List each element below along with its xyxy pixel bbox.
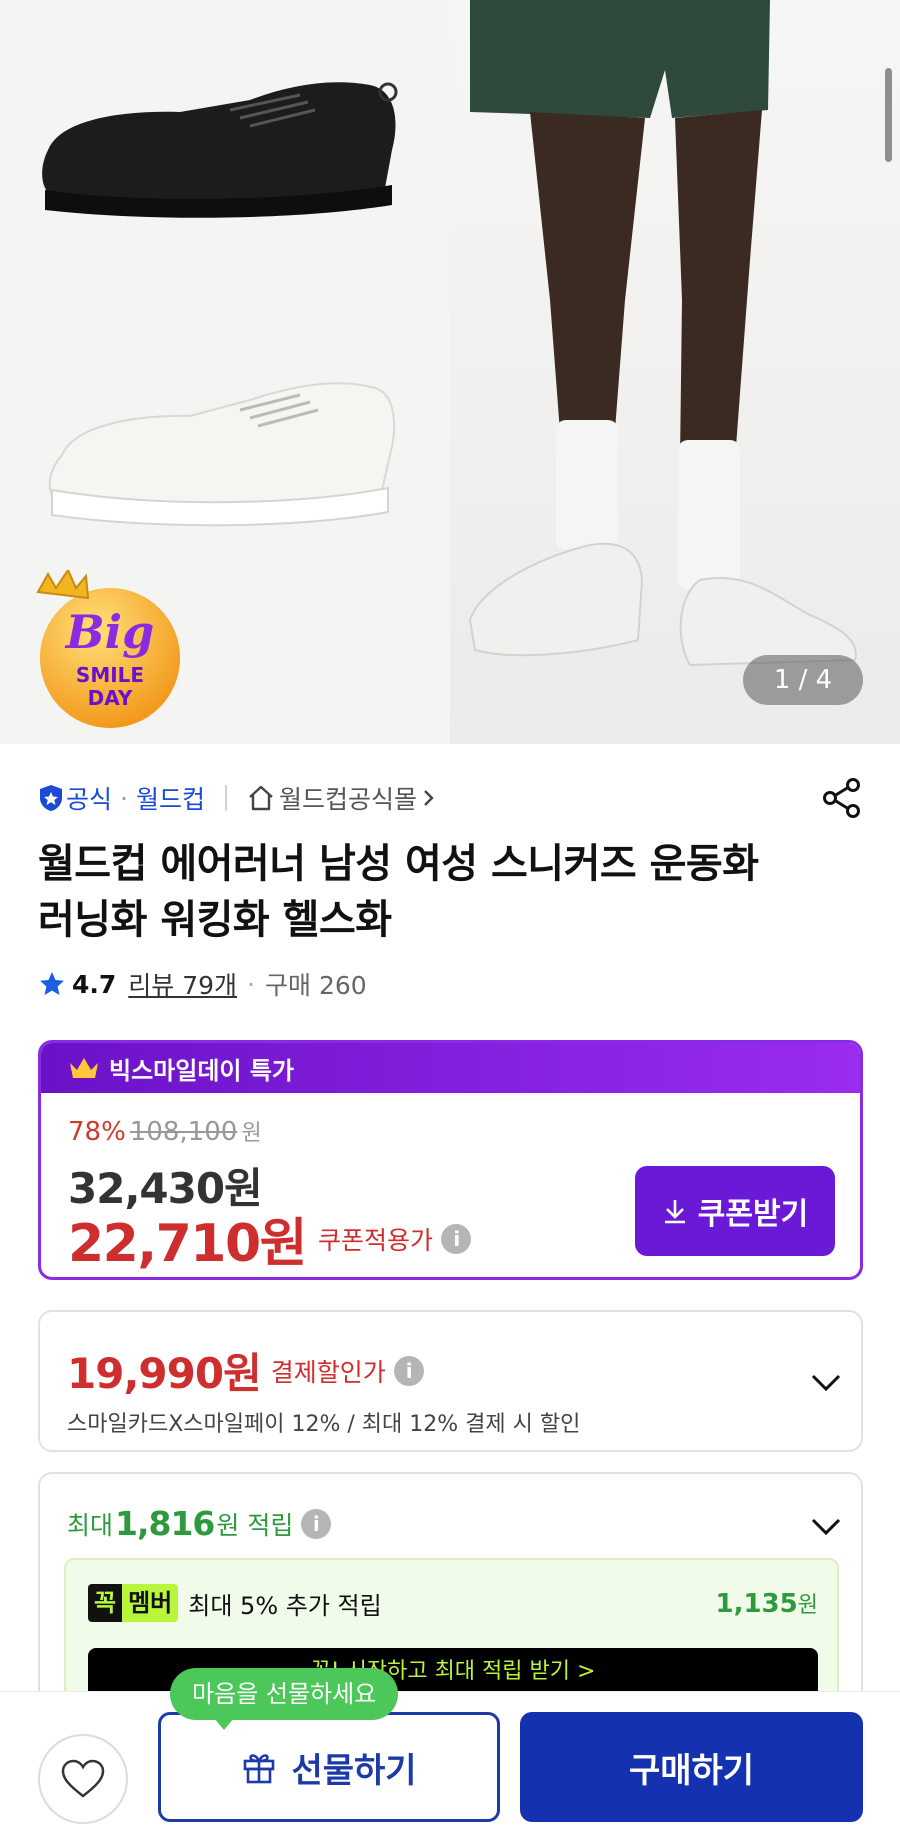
- star-icon: [40, 972, 64, 995]
- crown-icon: [70, 1058, 98, 1078]
- chevron-down-icon[interactable]: [808, 1508, 844, 1544]
- get-coupon-label: 쿠폰받기: [697, 1197, 809, 1232]
- purchase-count: 구매 260: [265, 971, 367, 1000]
- discount-row: 78% 108,100 원: [68, 1115, 262, 1147]
- original-price-unit: 원: [241, 1121, 262, 1146]
- info-icon[interactable]: i: [441, 1223, 472, 1254]
- image-page-counter: 1 / 4: [743, 655, 863, 705]
- payment-price-label: 결제할인가: [270, 1357, 386, 1387]
- svg-text:SMILE: SMILE: [76, 663, 144, 687]
- discount-percent: 78%: [68, 1117, 126, 1147]
- points-suffix: 원 적립: [216, 1510, 294, 1540]
- product-image-model: [450, 0, 900, 744]
- gift-tooltip-text: 마음을 선물하세요: [192, 1680, 377, 1708]
- share-icon: [823, 778, 860, 818]
- product-image-carousel[interactable]: 1 / 4 Big SMILE DAY: [0, 0, 900, 744]
- payment-discount-box[interactable]: 19,990원 결제할인가 i 스마일카드X스마일페이 12% / 최대 12%…: [38, 1310, 863, 1452]
- download-icon: [664, 1200, 685, 1224]
- product-title: 월드컵 에어러너 남성 여성 스니커즈 운동화 러닝화 워킹화 헬스화: [38, 841, 759, 943]
- promo-price-box: 빅스마일데이 특가 78% 108,100 원 32,430원 22,710원 …: [38, 1040, 863, 1280]
- home-icon: [249, 785, 273, 811]
- store-name: 월드컵공식몰: [278, 785, 417, 814]
- chevron-down-icon[interactable]: [808, 1364, 844, 1400]
- coupon-price: 22,710원: [68, 1214, 308, 1274]
- separator-dot: ·: [247, 969, 256, 999]
- rating-score: 4.7: [72, 969, 117, 999]
- gift-button-label: 선물하기: [291, 1750, 417, 1791]
- promo-title: 빅스마일데이 특가: [109, 1056, 294, 1085]
- heart-icon: [61, 1759, 105, 1798]
- divider: [224, 785, 227, 811]
- svg-text:DAY: DAY: [88, 686, 133, 710]
- gift-button[interactable]: 선물하기: [158, 1712, 500, 1822]
- points-amount: 1,816: [115, 1504, 215, 1543]
- coupon-price-row: 22,710원 쿠폰적용가 i: [68, 1201, 472, 1276]
- info-icon[interactable]: i: [393, 1355, 424, 1386]
- info-icon[interactable]: i: [301, 1508, 332, 1539]
- rating-row: 4.7 리뷰 79개 · 구매 260: [38, 966, 367, 1002]
- points-box: 최대 1,816 원 적립 i 꼭 멤버 최대 5% 추가 적립 1,135 원 …: [38, 1472, 863, 1702]
- chevron-right-icon: [424, 790, 434, 806]
- wishlist-button[interactable]: [38, 1734, 128, 1824]
- reviews-link[interactable]: 리뷰 79개: [128, 966, 237, 1002]
- share-button[interactable]: [820, 776, 864, 820]
- gift-tooltip: 마음을 선물하세요: [170, 1668, 399, 1730]
- payment-description: 스마일카드X스마일페이 12% / 최대 12% 결제 시 할인: [67, 1412, 581, 1437]
- get-coupon-button[interactable]: 쿠폰받기: [635, 1166, 835, 1256]
- store-link[interactable]: 월드컵공식몰: [247, 780, 437, 816]
- seller-info: 공식 · 월드컵 월드컵공식몰: [38, 780, 437, 816]
- max-points-row[interactable]: 최대 1,816 원 적립 i: [67, 1504, 332, 1543]
- coupon-price-label: 쿠폰적용가: [318, 1225, 434, 1255]
- membership-amount-wrap: 1,135원: [716, 1587, 819, 1619]
- tooltip-tail: [214, 1718, 234, 1730]
- membership-row: 꼭 멤버 최대 5% 추가 적립 1,135원: [88, 1584, 818, 1622]
- payment-price-row: 19,990원 결제할인가 i: [67, 1340, 424, 1401]
- membership-amount: 1,135: [715, 1589, 798, 1619]
- official-badge[interactable]: 공식: [38, 780, 112, 816]
- buy-button[interactable]: 구매하기: [520, 1712, 863, 1822]
- svg-text:Big: Big: [64, 605, 155, 659]
- black-shoe-illustration: [42, 82, 398, 218]
- official-label: 공식: [66, 785, 113, 814]
- points-prefix: 최대: [67, 1510, 114, 1540]
- membership-amount-unit: 원: [797, 1593, 818, 1618]
- original-price: 108,100: [129, 1117, 238, 1147]
- shield-star-icon: [40, 785, 62, 811]
- big-smile-day-badge: Big SMILE DAY: [28, 567, 192, 730]
- brand-link[interactable]: 월드컵: [136, 780, 205, 816]
- membership-tag-a: 꼭: [88, 1584, 123, 1622]
- scrollbar[interactable]: [885, 68, 892, 162]
- membership-tag: 꼭 멤버: [88, 1584, 179, 1622]
- white-shoe-illustration: [48, 382, 396, 527]
- bottom-action-bar: 선물하기 구매하기: [0, 1691, 900, 1839]
- payment-price: 19,990원: [67, 1349, 262, 1398]
- promo-header: 빅스마일데이 특가: [41, 1043, 860, 1093]
- separator-dot: ·: [120, 783, 128, 813]
- membership-tag-b: 멤버: [122, 1584, 179, 1622]
- gift-icon: [244, 1754, 275, 1784]
- membership-text: 최대 5% 추가 적립: [188, 1591, 382, 1620]
